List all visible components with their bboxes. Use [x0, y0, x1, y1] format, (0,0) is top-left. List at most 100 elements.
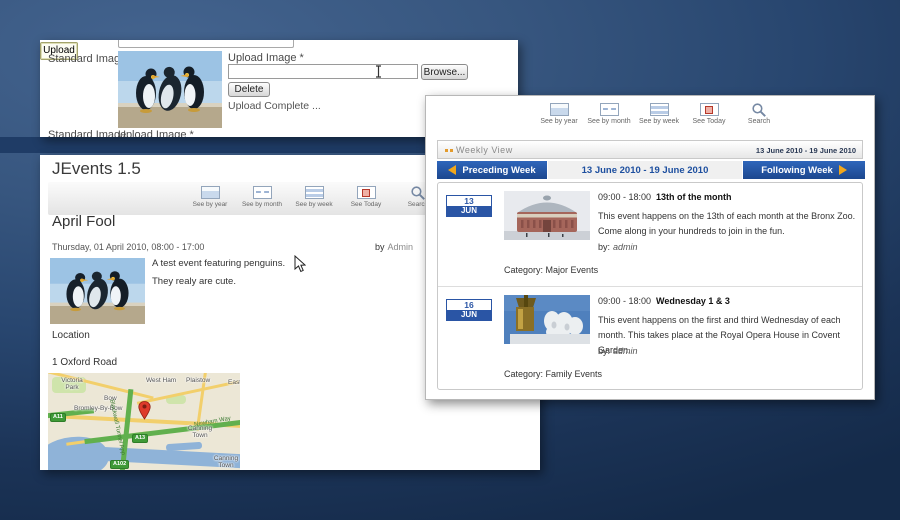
category-label: Category: [504, 265, 543, 275]
browse-button[interactable]: Browse... [421, 64, 468, 80]
upload-image-label: Upload Image * [228, 52, 304, 64]
see-by-month-icon [253, 186, 272, 199]
event-title: 13th of the month [656, 192, 732, 202]
map-label-plaistow: Plaistow [186, 377, 210, 384]
upload-complete-status: Upload Complete ... [228, 100, 321, 112]
event-image-albert-hall [504, 191, 590, 240]
albert-hall-illustration [504, 191, 590, 240]
following-week-label: Following Week [761, 165, 833, 176]
toolbar-see-by-week[interactable]: See by week [288, 186, 340, 208]
desktop-background: Standard Image Upload Image * Browse... [0, 0, 900, 520]
prev-arrow-icon [448, 165, 456, 175]
toolbar-label: See by year [534, 118, 584, 125]
date-badge-month: JUN [447, 310, 491, 320]
penguins-illustration [50, 258, 145, 324]
preceding-week-button[interactable]: Preceding Week [437, 161, 547, 179]
toolbar-label: See by month [584, 118, 634, 125]
see-by-week-icon [305, 186, 324, 199]
toolbar-label: See by year [184, 201, 236, 208]
statue-illustration [504, 295, 590, 344]
event-details: 09:00 - 18:00 13th of the month This even… [598, 192, 856, 239]
event-byline: by:admin [598, 346, 638, 356]
see-today-icon [700, 103, 719, 116]
category-value: Major Events [546, 265, 599, 275]
week-navigation-bar: Preceding Week 13 June 2010 - 19 June 20… [437, 161, 865, 179]
event-time: 09:00 - 18:00 [598, 296, 651, 306]
event-image-statue [504, 295, 590, 344]
toolbar-see-by-month[interactable]: See by month [236, 186, 288, 208]
event-category: Category: Family Events [504, 369, 602, 379]
mouse-cursor-icon [294, 255, 306, 273]
event-byline: byAdmin [375, 242, 413, 252]
toolbar-label: See by month [236, 201, 288, 208]
cropped-standard-image-label: Standard Image [48, 129, 126, 137]
map-label-west-ham: West Ham [146, 377, 176, 384]
module-bullet-icon [445, 149, 448, 152]
see-by-month-icon [600, 103, 619, 116]
see-by-week-icon [650, 103, 669, 116]
location-map[interactable]: A11 A13 A102 Victoria Park Bow Bromley-B… [48, 373, 240, 470]
road-badge-a102: A102 [110, 460, 129, 469]
event-image-penguins [50, 258, 145, 324]
map-dock [166, 442, 202, 451]
event-description-line1: A test event featuring penguins. [152, 258, 285, 269]
ibeam-cursor-icon [374, 65, 383, 78]
location-label: Location [52, 330, 90, 341]
event-description: This event happens on the 13th of each m… [598, 209, 856, 239]
toolbar-label: See by week [288, 201, 340, 208]
delete-button[interactable]: Delete [228, 82, 270, 97]
date-badge: 13 JUN [446, 195, 492, 217]
weekly-view-window: See by year See by month See by week See… [425, 95, 875, 400]
weekly-view-header: Weekly View 13 June 2010 - 19 June 2010 [437, 140, 863, 159]
see-by-year-icon [550, 103, 569, 116]
by-label: by: [598, 242, 610, 252]
event-datetime: Thursday, 01 April 2010, 08:00 - 17:00 [52, 242, 204, 252]
date-badge: 16 JUN [446, 299, 492, 321]
map-label-east: East [228, 379, 240, 386]
toolbar-label: See by week [634, 118, 684, 125]
see-by-year-icon [201, 186, 220, 199]
penguins-thumbnail-image [118, 51, 222, 128]
toolbar-see-today[interactable]: See Today [684, 103, 734, 125]
toolbar-search[interactable]: Search [734, 103, 784, 125]
toolbar-see-by-year[interactable]: See by year [184, 186, 236, 208]
toolbar-label: See Today [684, 118, 734, 125]
event-title: Wednesday 1 & 3 [656, 296, 730, 306]
road-badge-a13: A13 [132, 434, 148, 443]
date-badge-day: 16 [447, 300, 491, 310]
toolbar-label: See Today [340, 201, 392, 208]
following-week-button[interactable]: Following Week [743, 161, 865, 179]
by-label: by: [598, 346, 610, 356]
event-meta-row: Thursday, 01 April 2010, 08:00 - 17:00 b… [52, 242, 452, 252]
toolbar-see-by-week[interactable]: See by week [634, 103, 684, 125]
page-title: JEvents 1.5 [52, 159, 141, 179]
search-icon [750, 103, 769, 116]
event-time: 09:00 - 18:00 [598, 192, 651, 202]
toolbar-see-by-month[interactable]: See by month [584, 103, 634, 125]
toolbar-see-by-year[interactable]: See by year [534, 103, 584, 125]
event-byline: by:admin [598, 242, 638, 252]
toolbar-label: Search [734, 118, 784, 125]
weekly-view-title: Weekly View [456, 145, 513, 155]
event-author: admin [613, 346, 638, 356]
event-author: Admin [388, 242, 414, 252]
map-label-canning-town: Canning Town [212, 455, 240, 470]
category-label: Category: [504, 369, 543, 379]
toolbar-see-today[interactable]: See Today [340, 186, 392, 208]
event-category: Category: Major Events [504, 265, 598, 275]
event-row: 13 JUN 09:00 - 18: [438, 183, 862, 286]
category-value: Family Events [546, 369, 603, 379]
see-today-icon [357, 186, 376, 199]
next-arrow-icon [839, 165, 847, 175]
standard-image-label: Standard Image [48, 53, 126, 65]
cropped-text-input[interactable] [118, 40, 294, 48]
weekly-events-list: 13 JUN 09:00 - 18: [437, 182, 863, 390]
road-badge-a11: A11 [50, 413, 66, 422]
event-description-line2: They realy are cute. [152, 276, 236, 287]
upload-image-input[interactable] [228, 64, 418, 79]
preceding-week-label: Preceding Week [462, 165, 535, 176]
event-author: admin [613, 242, 638, 252]
date-badge-day: 13 [447, 196, 491, 206]
background-band [0, 137, 425, 153]
location-address: 1 Oxford Road [52, 357, 117, 368]
